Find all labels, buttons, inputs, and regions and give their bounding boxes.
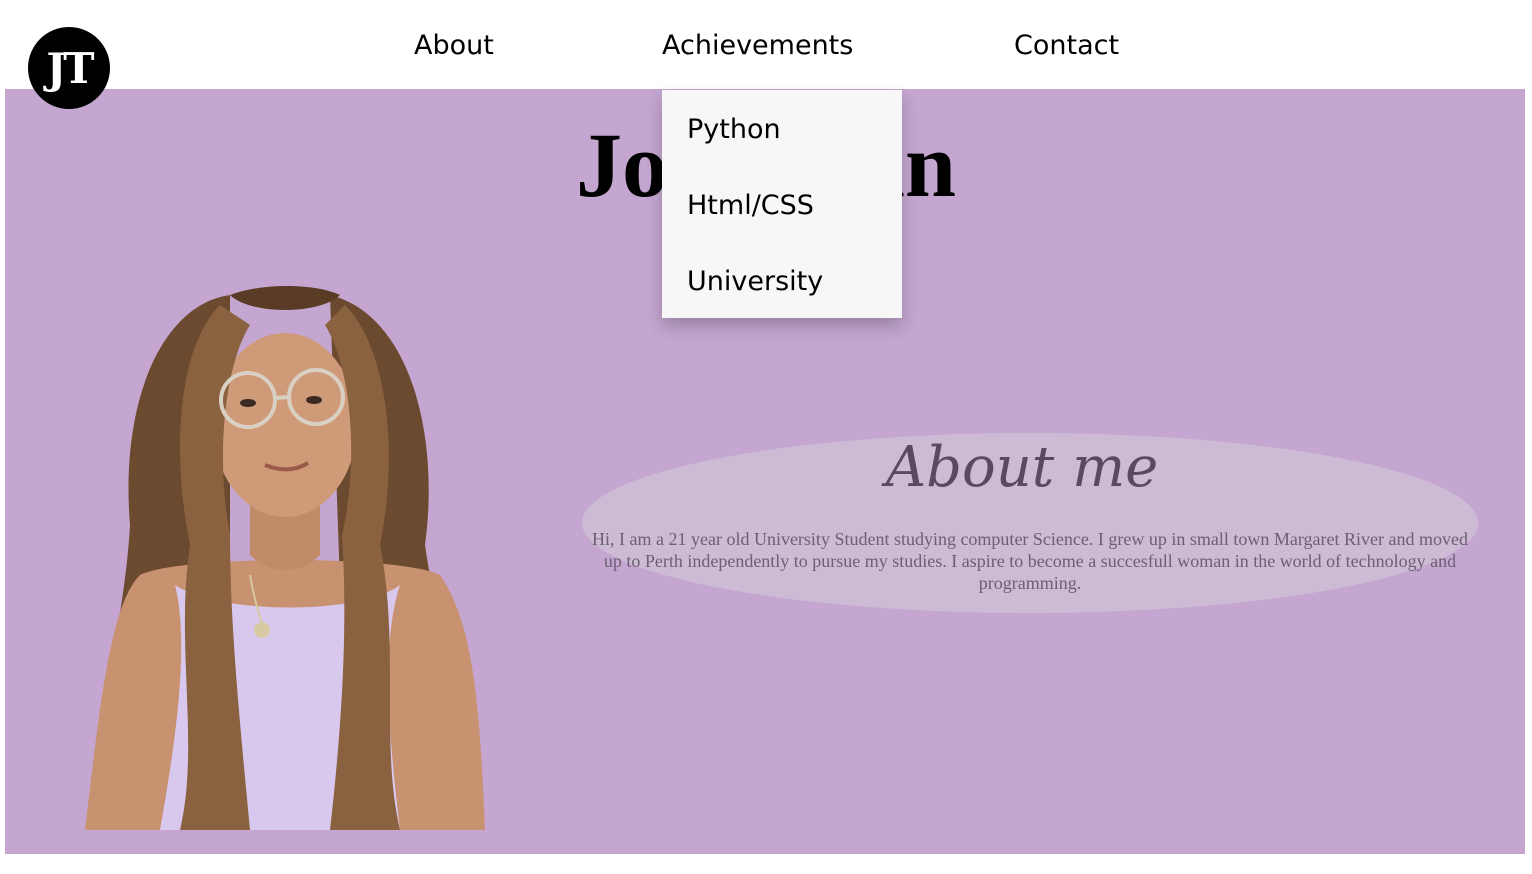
about-heading: About me <box>885 435 1159 500</box>
profile-photo <box>85 286 485 830</box>
dropdown-item-university[interactable]: University <box>662 242 902 318</box>
achievements-dropdown-menu: Python Html/CSS University <box>662 90 902 318</box>
about-text: Hi, I am a 21 year old University Studen… <box>592 529 1468 593</box>
nav-achievements-link[interactable]: Achievements <box>662 30 853 61</box>
nav-contact-link[interactable]: Contact <box>1014 30 1119 61</box>
dropdown-item-python[interactable]: Python <box>662 90 902 166</box>
logo[interactable]: JT <box>28 27 110 109</box>
dropdown-item-html-css[interactable]: Html/CSS <box>662 166 902 242</box>
nav-about-link[interactable]: About <box>414 30 494 61</box>
logo-text: JT <box>46 43 94 93</box>
